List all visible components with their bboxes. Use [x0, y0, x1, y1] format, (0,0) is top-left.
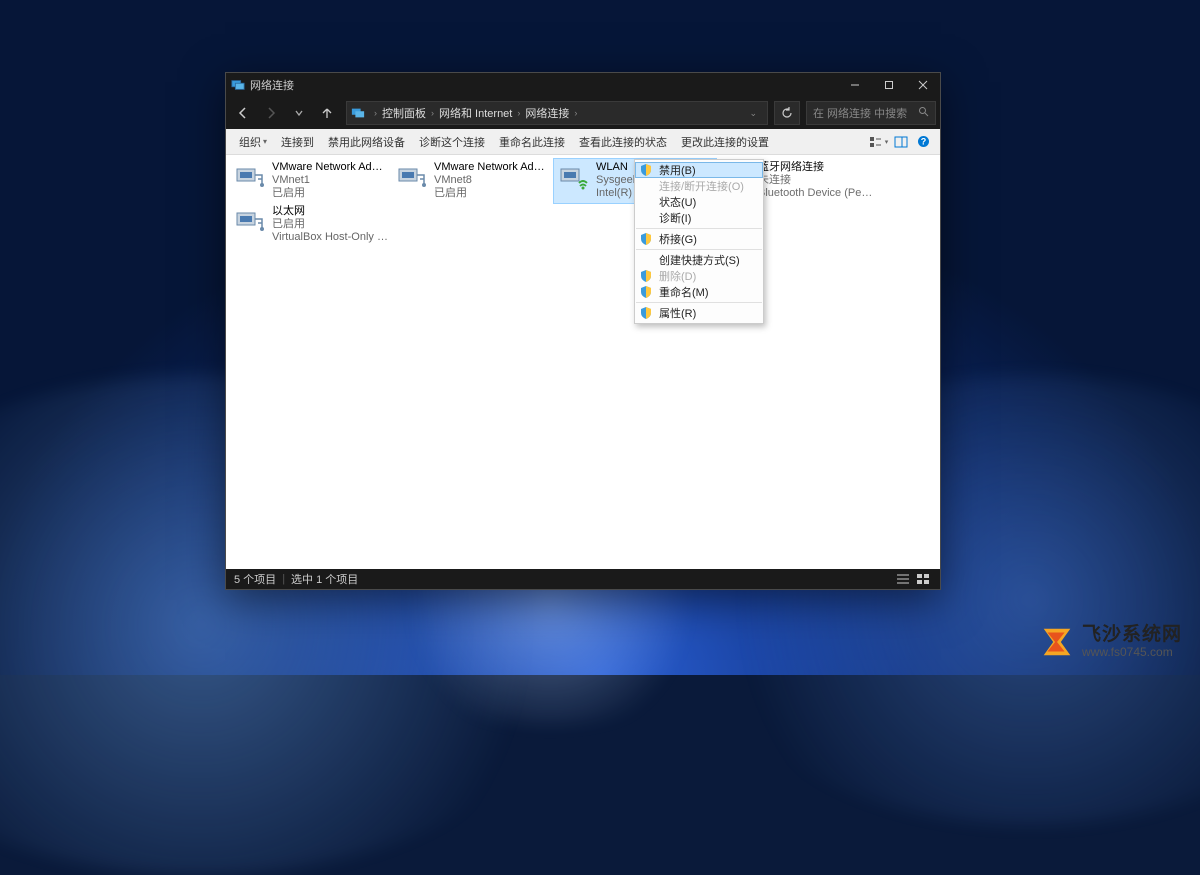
toolbar: 组织▾ 连接到 禁用此网络设备 诊断这个连接 重命名此连接 查看此连接的状态 更… [226, 129, 940, 155]
menu-item[interactable]: 状态(U) [635, 194, 763, 210]
shield-icon [639, 285, 653, 299]
back-button[interactable] [230, 100, 256, 126]
search-icon [918, 106, 929, 120]
preview-pane-button[interactable] [890, 129, 912, 154]
menu-item-label: 状态(U) [659, 194, 696, 210]
menu-item-label: 重命名(M) [659, 284, 709, 300]
chevron-down-icon[interactable]: ⌄ [749, 108, 763, 119]
adapter-name: 蓝牙网络连接 [758, 161, 874, 174]
item-count: 5 个项目 [234, 571, 276, 587]
breadcrumb-item[interactable]: 网络连接 [525, 105, 569, 121]
menu-item-label: 连接/断开连接(O) [659, 178, 744, 194]
menu-item[interactable]: 创建快捷方式(S) [635, 252, 763, 268]
shield-icon [639, 232, 653, 246]
close-button[interactable] [906, 73, 940, 97]
shield-icon [639, 269, 653, 283]
watermark-icon [1038, 623, 1076, 661]
adapter-line3: 已启用 [434, 187, 550, 200]
menu-item-label: 属性(R) [659, 305, 696, 321]
watermark-title: 飞沙系统网 [1082, 625, 1182, 646]
adapter-line2: VMnet8 [434, 174, 550, 187]
adapter-line2: 已启用 [272, 218, 388, 231]
adapter-line3: Bluetooth Device (Personal Ar... [758, 187, 874, 200]
network-icon [351, 106, 365, 120]
network-icon [231, 78, 245, 92]
view-mode-button[interactable]: ▾ [868, 129, 890, 154]
shield-icon [639, 306, 653, 320]
adapter-name: VMware Network Adapter [434, 161, 550, 174]
maximize-button[interactable] [872, 73, 906, 97]
details-view-icon[interactable] [894, 572, 912, 586]
menu-item-label: 桥接(G) [659, 231, 697, 247]
adapter-line3: 已启用 [272, 187, 388, 200]
menu-item[interactable]: 桥接(G) [635, 231, 763, 247]
adapter-item[interactable]: VMware Network AdapterVMnet1已启用 [230, 159, 392, 203]
adapter-line3: VirtualBox Host-Only Ethernet ... [272, 231, 388, 244]
watermark: 飞沙系统网 www.fs0745.com [1038, 623, 1182, 661]
shield-icon [639, 163, 653, 177]
adapter-line2: 未连接 [758, 174, 874, 187]
rename-button[interactable]: 重命名此连接 [492, 129, 572, 154]
window-title: 网络连接 [250, 77, 294, 93]
breadcrumb-item[interactable]: 控制面板 [382, 105, 426, 121]
change-settings-button[interactable]: 更改此连接的设置 [674, 129, 776, 154]
titlebar[interactable]: 网络连接 [226, 73, 940, 97]
menu-item[interactable]: 属性(R) [635, 305, 763, 321]
disable-device-button[interactable]: 禁用此网络设备 [321, 129, 412, 154]
content-area[interactable]: VMware Network AdapterVMnet1已启用VMware Ne… [226, 155, 940, 569]
context-menu: 禁用(B)连接/断开连接(O)状态(U)诊断(I) 桥接(G) 创建快捷方式(S)删… [634, 159, 764, 324]
adapter-icon [234, 205, 266, 237]
adapter-name: VMware Network Adapter [272, 161, 388, 174]
forward-button[interactable] [258, 100, 284, 126]
menu-item[interactable]: 诊断(I) [635, 210, 763, 226]
menu-separator [636, 249, 762, 250]
search-placeholder: 在 网络连接 中搜索 [813, 105, 907, 121]
network-connections-window: 网络连接 › 控制面板 › 网络和 Internet › 网络连接 › ⌄ 在 … [225, 72, 941, 590]
menu-item-label: 创建快捷方式(S) [659, 252, 740, 268]
adapter-line2: VMnet1 [272, 174, 388, 187]
recent-button[interactable] [286, 100, 312, 126]
menu-separator [636, 228, 762, 229]
adapter-item[interactable]: 以太网已启用VirtualBox Host-Only Ethernet ... [230, 203, 392, 247]
menu-item-label: 诊断(I) [659, 210, 691, 226]
view-status-button[interactable]: 查看此连接的状态 [572, 129, 674, 154]
help-button[interactable]: ? [912, 129, 934, 154]
icons-view-icon[interactable] [914, 572, 932, 586]
menu-item: 删除(D) [635, 268, 763, 284]
menu-item[interactable]: 禁用(B) [635, 162, 763, 178]
adapter-item[interactable]: VMware Network AdapterVMnet8已启用 [392, 159, 554, 203]
statusbar: 5 个项目 | 选中 1 个项目 [226, 569, 940, 589]
svg-text:?: ? [920, 137, 926, 147]
up-button[interactable] [314, 100, 340, 126]
search-input[interactable]: 在 网络连接 中搜索 [806, 101, 936, 125]
navbar: › 控制面板 › 网络和 Internet › 网络连接 › ⌄ 在 网络连接 … [226, 97, 940, 129]
adapter-name: 以太网 [272, 205, 388, 218]
menu-item-label: 禁用(B) [659, 162, 696, 178]
organize-menu[interactable]: 组织▾ [232, 129, 274, 154]
refresh-button[interactable] [774, 101, 800, 125]
menu-item-label: 删除(D) [659, 268, 696, 284]
adapter-icon [396, 161, 428, 193]
adapter-icon [234, 161, 266, 193]
connect-to-button[interactable]: 连接到 [274, 129, 321, 154]
breadcrumb[interactable]: › 控制面板 › 网络和 Internet › 网络连接 › ⌄ [346, 101, 768, 125]
selected-count: 选中 1 个项目 [291, 571, 358, 587]
minimize-button[interactable] [838, 73, 872, 97]
menu-separator [636, 302, 762, 303]
breadcrumb-item[interactable]: 网络和 Internet [439, 105, 512, 121]
adapter-icon [558, 161, 590, 193]
diagnose-button[interactable]: 诊断这个连接 [412, 129, 492, 154]
watermark-url: www.fs0745.com [1082, 646, 1182, 659]
menu-item: 连接/断开连接(O) [635, 178, 763, 194]
menu-item[interactable]: 重命名(M) [635, 284, 763, 300]
